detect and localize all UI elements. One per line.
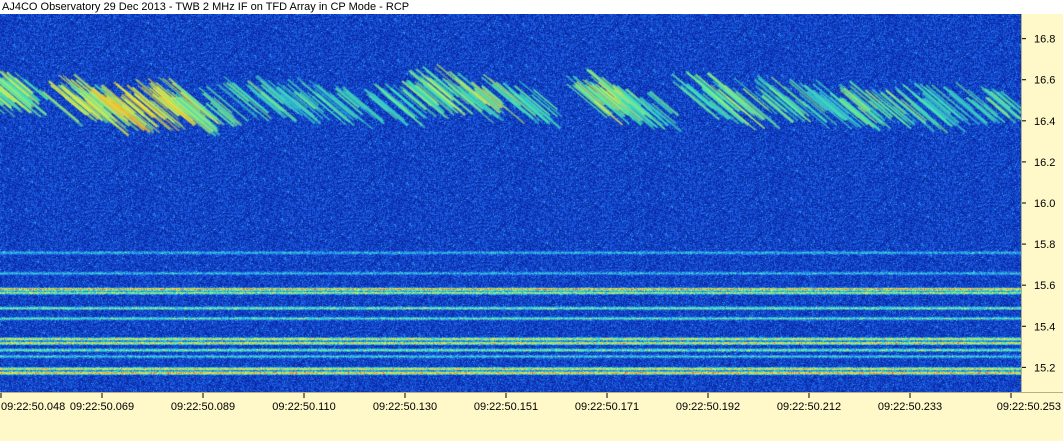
y-axis-panel: 15.2 15.4 15.6 15.8 16.0 16.2 16.4 16.6 16.8 — [1021, 14, 1063, 392]
y-tick-label: 16.6 — [1034, 75, 1055, 87]
x-tick-label: 09:22:50.192 — [676, 401, 740, 413]
x-axis: 09:22:50.048 09:22:50.069 09:22:50.089 09:2… — [0, 393, 1061, 413]
x-tick-label: 09:22:50.130 — [373, 401, 437, 413]
x-tick-label: 09:22:50.212 — [777, 401, 841, 413]
x-tick-label: 09:22:50.253 — [997, 401, 1061, 413]
y-axis: 15.2 15.4 15.6 15.8 16.0 16.2 16.4 16.6 16.8 — [1022, 34, 1055, 374]
x-tick-label: 09:22:50.233 — [878, 401, 942, 413]
y-tick-label: 16.4 — [1034, 116, 1055, 128]
chart-title: AJ4CO Observatory 29 Dec 2013 - TWB 2 MH… — [0, 0, 1063, 14]
x-tick-label: 09:22:50.089 — [171, 401, 235, 413]
spectrogram-canvas — [0, 14, 1021, 392]
y-tick-label: 16.2 — [1034, 157, 1055, 169]
y-tick-label: 16.0 — [1034, 198, 1055, 210]
y-tick-label: 15.8 — [1034, 239, 1055, 251]
x-tick-label: 09:22:50.151 — [474, 401, 538, 413]
x-tick-label: 09:22:50.069 — [70, 401, 134, 413]
y-tick-label: 15.6 — [1034, 280, 1055, 292]
spectrogram-plot-area — [0, 14, 1021, 392]
y-tick-label: 15.4 — [1034, 321, 1055, 333]
y-tick-label: 16.8 — [1034, 34, 1055, 46]
x-tick-label: 09:22:50.171 — [575, 401, 639, 413]
x-axis-panel: 09:22:50.048 09:22:50.069 09:22:50.089 09:2… — [0, 392, 1063, 441]
x-tick-label: 09:22:50.110 — [272, 401, 335, 413]
y-tick-label: 15.2 — [1034, 362, 1055, 374]
x-tick-label: 09:22:50.048 — [1, 401, 65, 413]
